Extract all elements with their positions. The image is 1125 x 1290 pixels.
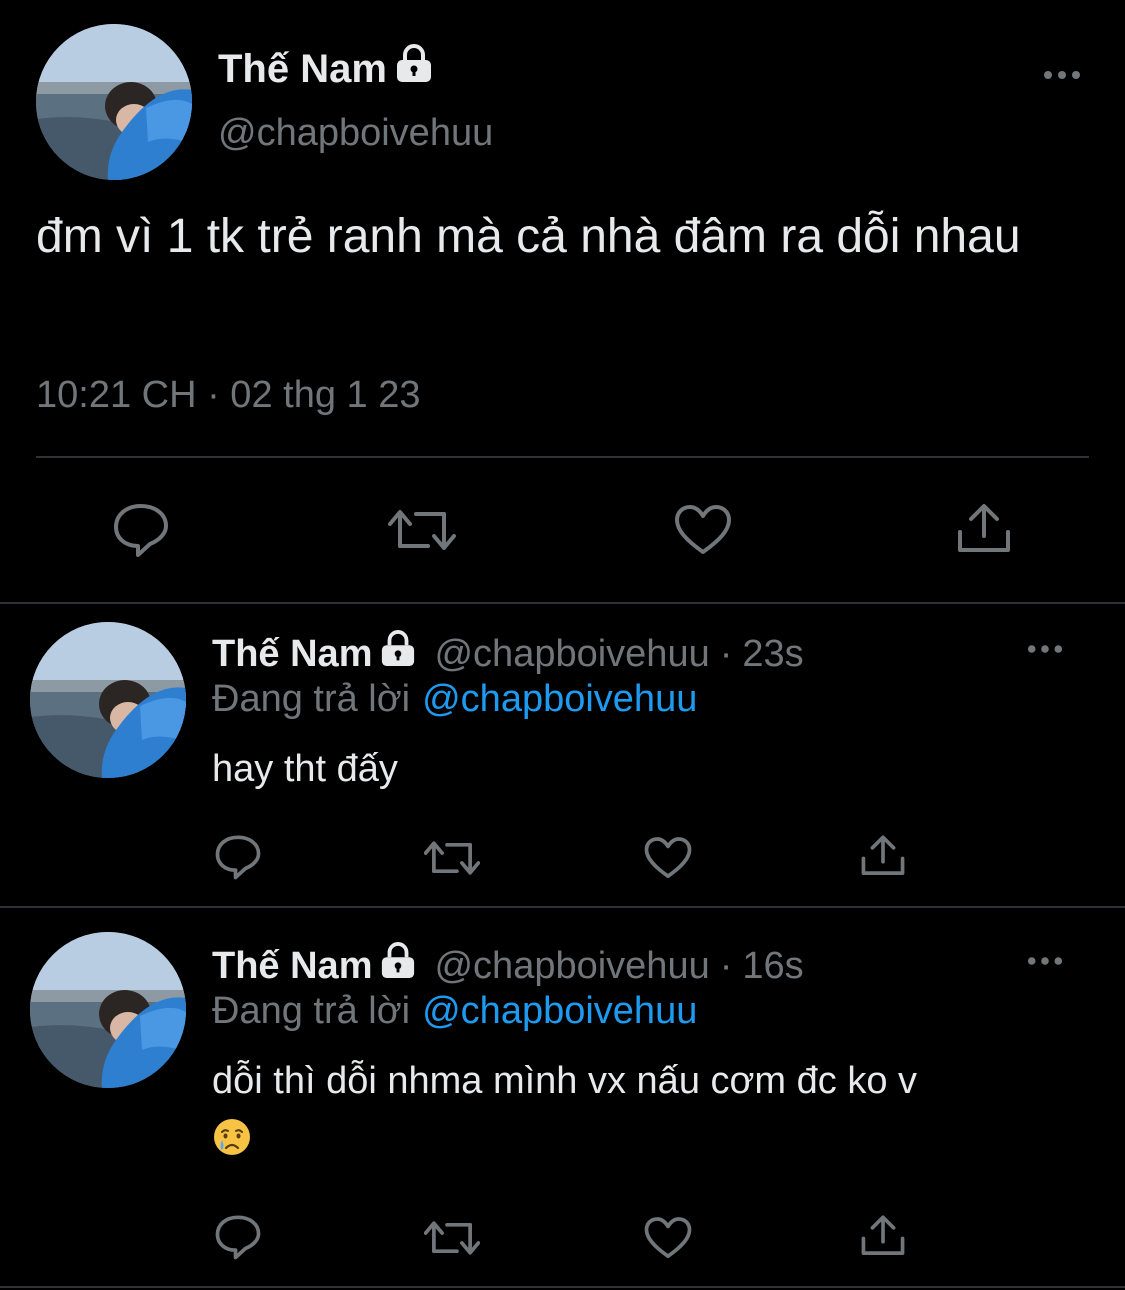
reply-timestamp[interactable]: 23s: [742, 633, 803, 676]
lock-icon: [395, 44, 433, 94]
reply-tweet[interactable]: Thế Nam @chapboivehuu · 23s Đang trả lời…: [0, 604, 1125, 906]
crying-face-icon: [212, 1116, 252, 1174]
reply-icon[interactable]: [214, 1214, 262, 1260]
lock-icon: [380, 630, 416, 678]
reply-tweet[interactable]: Thế Nam @chapboivehuu · 16s Đang trả lời…: [0, 908, 1125, 1290]
like-icon[interactable]: [644, 1216, 692, 1260]
main-tweet[interactable]: Thế Nam @chapboivehuu đm vì 1 tk trẻ ran…: [0, 0, 1125, 602]
reply-icon[interactable]: [112, 502, 170, 558]
more-options-icon[interactable]: [1042, 68, 1082, 80]
avatar-photo: [30, 622, 186, 778]
retweet-icon[interactable]: [388, 506, 456, 554]
retweet-icon[interactable]: [424, 1218, 480, 1258]
like-icon[interactable]: [644, 836, 692, 880]
replying-to-mention[interactable]: @chapboivehuu: [422, 990, 697, 1032]
avatar[interactable]: [30, 622, 186, 778]
author-name[interactable]: Thế Nam: [218, 47, 387, 92]
divider: [36, 456, 1089, 458]
reply-header: Thế Nam @chapboivehuu · 23s: [212, 630, 804, 678]
lock-icon: [380, 942, 416, 990]
reply-text-block: dỗi thì dỗi nhma mình vx nấu cơm đc ko v: [212, 1052, 1072, 1174]
separator-dot: ·: [719, 632, 733, 675]
avatar[interactable]: [30, 932, 186, 1088]
reply-header: Thế Nam @chapboivehuu · 16s: [212, 942, 804, 990]
author-name[interactable]: Thế Nam: [212, 633, 372, 676]
replying-to-label: Đang trả lời: [212, 990, 411, 1032]
separator-dot: ·: [719, 944, 733, 987]
avatar[interactable]: [36, 24, 192, 180]
reply-icon[interactable]: [214, 834, 262, 880]
more-options-icon[interactable]: [1026, 954, 1066, 966]
retweet-icon[interactable]: [424, 838, 480, 878]
more-options-icon[interactable]: [1026, 642, 1066, 654]
author-handle[interactable]: @chapboivehuu: [434, 945, 709, 988]
replying-to: Đang trả lời @chapboivehuu: [212, 990, 697, 1033]
avatar-photo: [36, 24, 192, 180]
like-icon[interactable]: [674, 504, 732, 556]
reply-text: hay tht đấy: [212, 748, 398, 790]
tweet-thread: Thế Nam @chapboivehuu đm vì 1 tk trẻ ran…: [0, 0, 1125, 1290]
author-name[interactable]: Thế Nam: [212, 945, 372, 988]
reply-text: dỗi thì dỗi nhma mình vx nấu cơm đc ko v: [212, 1060, 918, 1102]
tweet-text: đm vì 1 tk trẻ ranh mà cả nhà đâm ra dỗi…: [36, 210, 1021, 263]
divider: [0, 1286, 1125, 1288]
share-icon[interactable]: [860, 834, 906, 878]
replying-to-label: Đang trả lời: [212, 678, 411, 720]
reply-timestamp[interactable]: 16s: [742, 945, 803, 988]
replying-to: Đang trả lời @chapboivehuu: [212, 678, 697, 721]
share-icon[interactable]: [956, 502, 1012, 556]
share-icon[interactable]: [860, 1214, 906, 1258]
author-name-row[interactable]: Thế Nam: [218, 44, 433, 94]
replying-to-mention[interactable]: @chapboivehuu: [422, 678, 697, 720]
avatar-photo: [30, 932, 186, 1088]
author-handle[interactable]: @chapboivehuu: [434, 633, 709, 676]
tweet-timestamp[interactable]: 10:21 CH · 02 thg 1 23: [36, 374, 420, 417]
author-handle[interactable]: @chapboivehuu: [218, 112, 493, 155]
